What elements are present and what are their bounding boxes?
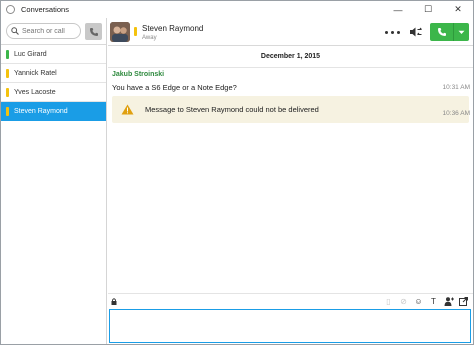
contact-name: Yves Lacoste — [14, 88, 56, 96]
presence-text: Away — [142, 35, 157, 41]
contact-item[interactable]: Steven Raymond — [1, 102, 106, 121]
message-area: December 1, 2015 Jakub Stroinski You hav… — [108, 46, 473, 293]
composer-toolbar: ▯ ⊘ ☺ T — [108, 293, 473, 308]
avatar[interactable] — [110, 22, 130, 42]
search-icon — [11, 27, 19, 35]
message-composer[interactable] — [109, 309, 471, 343]
search-box[interactable] — [6, 23, 81, 39]
contact-name: Luc Girard — [14, 50, 47, 58]
maximize-button[interactable]: ☐ — [413, 1, 443, 18]
dot-icon — [385, 30, 388, 34]
title-bar: Conversations — ☐ ✕ — [1, 1, 473, 18]
window-controls: — ☐ ✕ — [383, 1, 473, 18]
add-person-icon[interactable] — [441, 295, 456, 307]
presence-indicator — [6, 69, 9, 78]
presence-indicator — [6, 107, 9, 116]
delivery-error-alert: Message to Steven Raymond could not be d… — [112, 96, 469, 123]
alert-timestamp: 10:36 AM — [442, 110, 470, 117]
presence-indicator — [134, 27, 137, 36]
contact-item[interactable]: Luc Girard — [1, 45, 106, 64]
contact-name: Yannick Ratel — [14, 69, 57, 77]
phone-icon — [437, 28, 446, 36]
dot-icon — [397, 30, 400, 34]
message-text: You have a S6 Edge or a Note Edge? — [112, 83, 237, 92]
presence-indicator — [6, 50, 9, 59]
window-title: Conversations — [21, 5, 69, 14]
divider — [108, 67, 473, 68]
lock-icon — [111, 298, 117, 305]
date-separator: December 1, 2015 — [260, 53, 321, 60]
message-timestamp: 10:31 AM — [442, 84, 470, 91]
contact-name: Steven Raymond — [142, 24, 204, 33]
contact-name: Steven Raymond — [14, 107, 68, 115]
call-options-dropdown[interactable] — [454, 23, 469, 41]
text-format-icon[interactable]: T — [426, 295, 441, 307]
presence-indicator — [6, 88, 9, 97]
dot-icon — [391, 30, 394, 34]
alert-text: Message to Steven Raymond could not be d… — [145, 105, 319, 114]
call-button[interactable] — [430, 23, 469, 41]
contact-item[interactable]: Yves Lacoste — [1, 83, 106, 102]
more-options-button[interactable] — [385, 27, 400, 37]
chevron-down-icon — [458, 30, 465, 34]
message-input[interactable] — [110, 310, 470, 342]
contact-list: Luc Girard Yannick Ratel Yves Lacoste Steve… — [1, 45, 106, 121]
conversations-window: Conversations — ☐ ✕ Luc Girard Yannick Ra… — [0, 0, 474, 345]
search-input[interactable] — [22, 27, 77, 35]
file-icon[interactable]: ▯ — [381, 295, 396, 307]
call-phone-part[interactable] — [430, 23, 454, 41]
link-icon[interactable]: ⊘ — [396, 295, 411, 307]
app-logo-icon — [6, 5, 15, 14]
dial-button[interactable] — [85, 23, 102, 40]
phone-icon — [89, 27, 98, 36]
sender-name: Jakub Stroinski — [112, 71, 165, 78]
minimize-button[interactable]: — — [383, 1, 413, 18]
conversation-header: Steven Raymond Away — [108, 18, 473, 46]
emoji-icon[interactable]: ☺ — [411, 295, 426, 307]
contact-item[interactable]: Yannick Ratel — [1, 64, 106, 83]
warning-icon — [121, 104, 134, 115]
pop-out-icon[interactable] — [456, 295, 471, 307]
composer-tools: ▯ ⊘ ☺ T — [381, 295, 471, 307]
sidebar: Luc Girard Yannick Ratel Yves Lacoste Steve… — [1, 18, 107, 344]
search-row — [1, 18, 106, 45]
audio-device-icon[interactable] — [409, 26, 423, 38]
close-button[interactable]: ✕ — [443, 1, 473, 18]
